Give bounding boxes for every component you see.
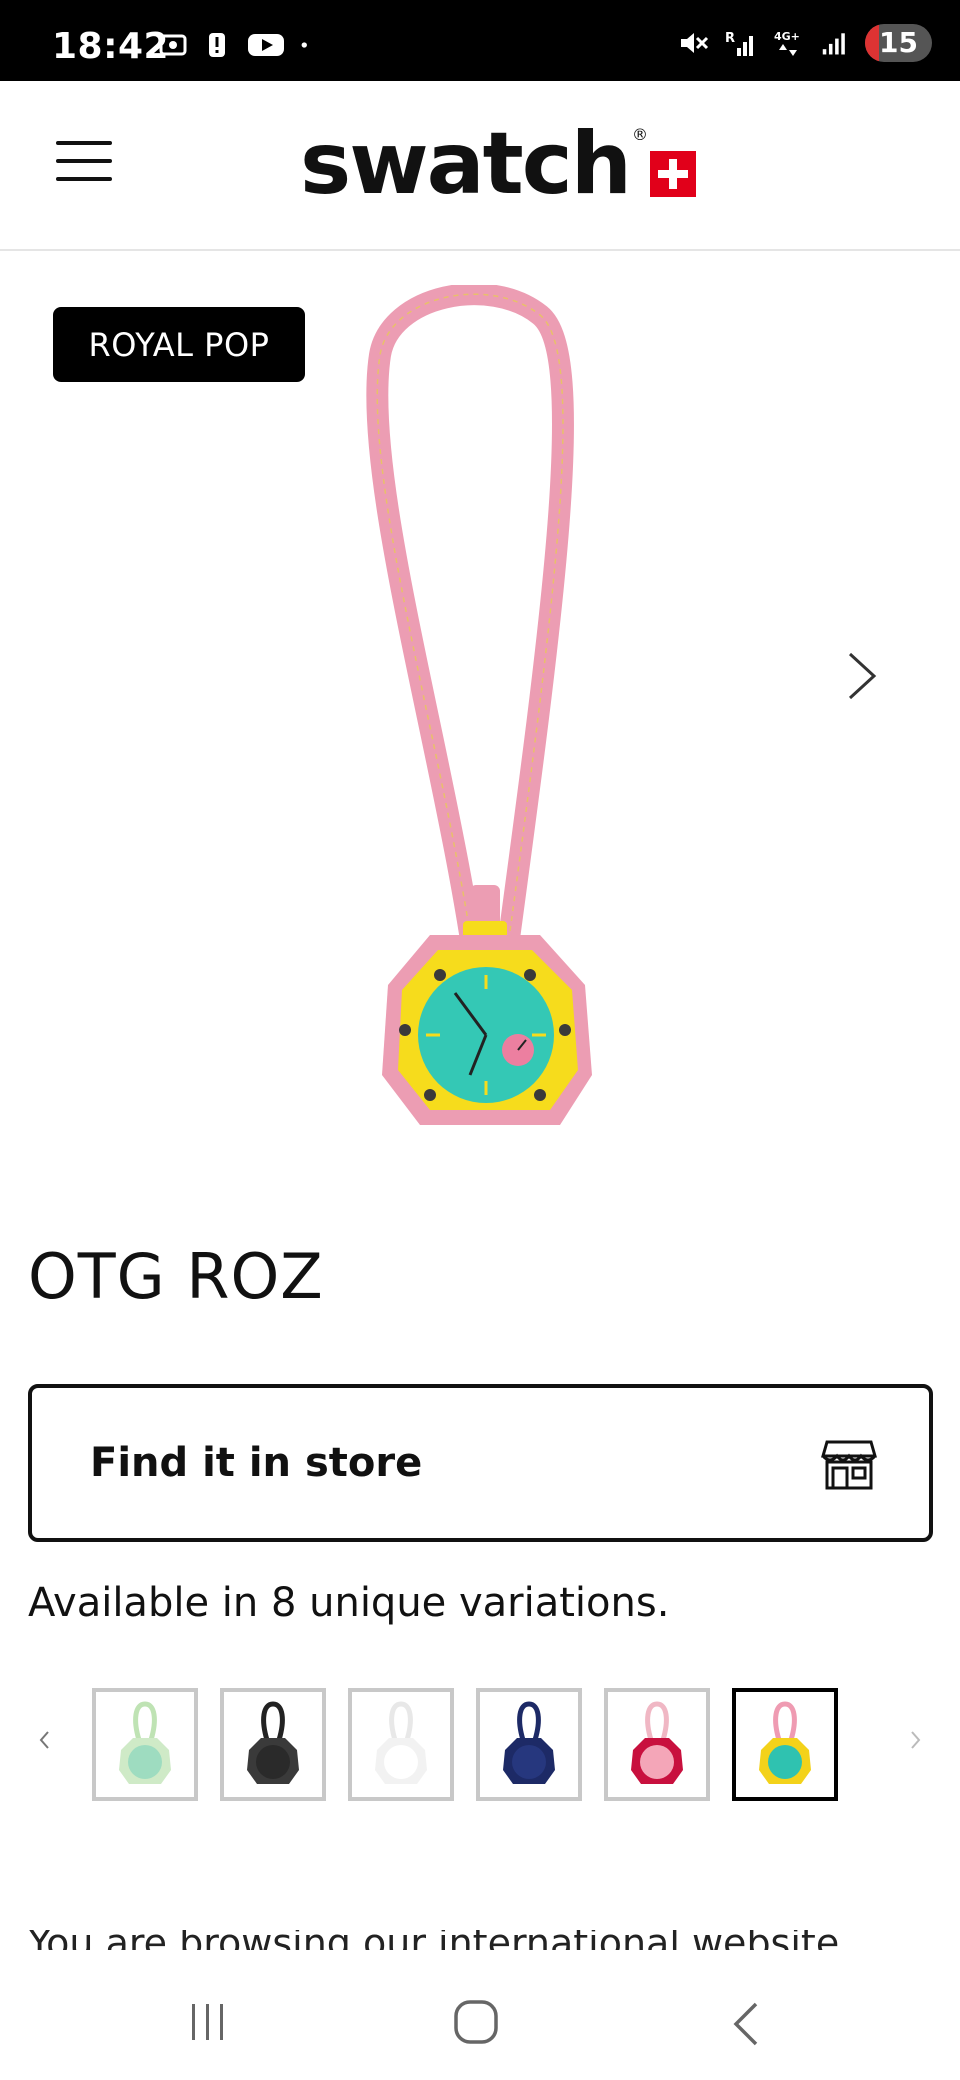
battery-level: 15 (879, 26, 918, 59)
carousel-prev-icon[interactable] (36, 1728, 54, 1752)
battery-indicator: 15 (865, 24, 932, 62)
svg-text:4G+: 4G+ (774, 30, 800, 43)
find-in-store-label: Find it in store (90, 1440, 423, 1486)
logo-wordmark: swatch (300, 114, 632, 214)
find-in-store-button[interactable]: Find it in store (28, 1384, 933, 1542)
next-image-arrow-icon[interactable] (840, 648, 884, 704)
store-icon (821, 1440, 877, 1490)
pocket-watch-icon (247, 1700, 299, 1784)
signal-icon (822, 33, 845, 55)
screenshot-icon (159, 34, 187, 56)
lte-icon: 4G+ (774, 30, 800, 56)
pocket-watch-icon (759, 1700, 811, 1784)
signal-roaming-icon: R (725, 31, 754, 56)
international-site-note: You are browsing our international websi… (28, 1930, 839, 1950)
pocket-watch-icon (503, 1700, 555, 1784)
status-bar: 18:42 R 4G+ 15 (0, 0, 960, 81)
status-system-icons: R 4G+ 15 (677, 24, 932, 62)
variation-thumbnail[interactable] (604, 1688, 710, 1801)
mute-icon (681, 33, 709, 53)
swiss-flag-icon (649, 151, 696, 197)
variation-thumbnail[interactable] (220, 1688, 326, 1801)
status-notification-icons (158, 30, 316, 60)
carousel-next-icon[interactable] (906, 1728, 924, 1752)
logo-registered-mark: ® (631, 125, 648, 144)
recent-apps-icon[interactable] (186, 2000, 230, 2044)
variations-text: Available in 8 unique variations. (28, 1580, 670, 1626)
pocket-watch-icon (119, 1700, 171, 1784)
pocket-watch-icon (375, 1700, 427, 1784)
dot-icon (301, 42, 307, 48)
youtube-icon (248, 34, 284, 56)
variation-thumbnail[interactable] (348, 1688, 454, 1801)
pocket-watch-icon (631, 1700, 683, 1784)
menu-icon[interactable] (56, 141, 112, 185)
product-image (366, 285, 592, 1125)
swatch-logo[interactable]: swatch ® (300, 121, 696, 207)
variation-thumbnails (92, 1688, 838, 1801)
international-site-note-text: You are browsing our international websi… (28, 1930, 839, 1950)
svg-text:R: R (725, 31, 735, 46)
variation-thumbnail[interactable] (476, 1688, 582, 1801)
variation-thumbnail[interactable] (92, 1688, 198, 1801)
product-title: OTG ROZ (28, 1240, 324, 1313)
home-icon[interactable] (452, 1998, 500, 2046)
android-nav-bar (0, 1960, 960, 2080)
site-header: swatch ® (0, 81, 960, 251)
alert-icon (209, 33, 225, 57)
collection-badge: ROYAL POP (53, 307, 305, 382)
variation-thumbnail-selected[interactable] (732, 1688, 838, 1801)
back-icon[interactable] (730, 2000, 762, 2048)
status-time: 18:42 (52, 26, 170, 67)
